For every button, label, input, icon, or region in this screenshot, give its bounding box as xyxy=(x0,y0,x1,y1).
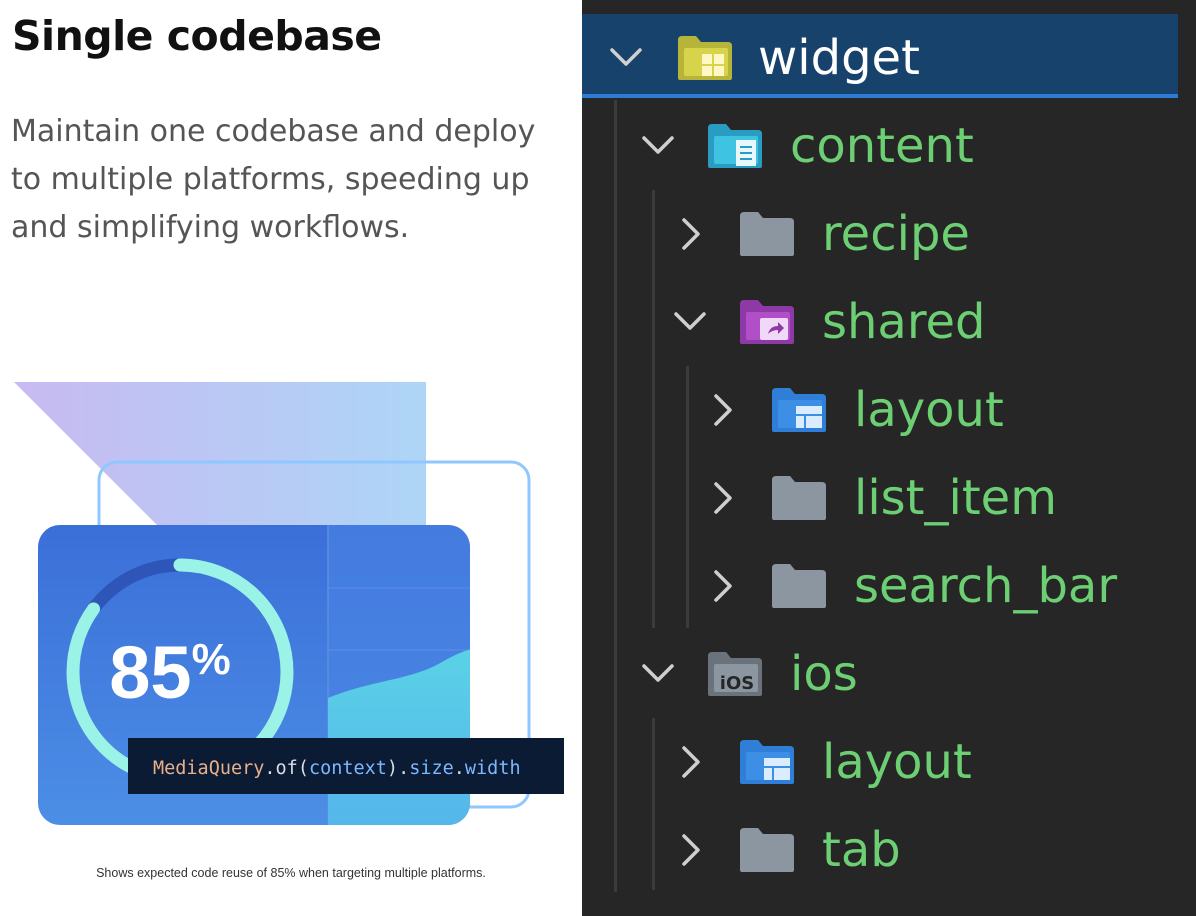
code-reuse-illustration: 85% MediaQuery.of(context).size.width xyxy=(14,382,564,825)
tree-item-layout[interactable]: layout xyxy=(582,370,1196,450)
tree-item-widget[interactable]: widget xyxy=(582,18,1196,98)
stat-unit: % xyxy=(192,635,231,684)
tree-item-label: ios xyxy=(790,646,858,702)
chevron-right-icon[interactable] xyxy=(672,830,712,870)
code-snippet: MediaQuery.of(context).size.width xyxy=(153,758,521,779)
tree-item-tab[interactable]: tab xyxy=(582,810,1196,890)
tree-item-label: search_bar xyxy=(854,558,1118,614)
folder-icon xyxy=(772,476,826,520)
chevron-right-icon[interactable] xyxy=(704,566,744,606)
chevron-right-icon[interactable] xyxy=(672,742,712,782)
tree-item-label: layout xyxy=(822,734,972,790)
svg-text:iOS: iOS xyxy=(720,673,754,694)
light-beam xyxy=(14,382,426,530)
tree-item-search-bar[interactable]: search_bar xyxy=(582,546,1196,626)
layout-folder-icon xyxy=(772,388,826,432)
tree-item-label: tab xyxy=(822,822,901,878)
illustration-caption: Shows expected code reuse of 85% when ta… xyxy=(96,866,486,880)
tree-item-content[interactable]: content xyxy=(582,106,1196,186)
tree-item-layout[interactable]: layout xyxy=(582,722,1196,802)
chevron-down-icon[interactable] xyxy=(670,302,710,342)
chevron-down-icon[interactable] xyxy=(638,654,678,694)
tree-item-ios[interactable]: iOS ios xyxy=(582,634,1196,714)
chevron-right-icon[interactable] xyxy=(704,390,744,430)
tree-item-label: shared xyxy=(822,294,986,350)
tree-item-label: widget xyxy=(758,30,920,86)
stat-number: 85 xyxy=(109,631,191,714)
tree-item-label: layout xyxy=(854,382,1004,438)
tree-item-label: list_item xyxy=(854,470,1057,526)
page-title: Single codebase xyxy=(12,12,382,60)
chevron-right-icon[interactable] xyxy=(704,478,744,518)
folder-icon xyxy=(772,564,826,608)
chevron-down-icon[interactable] xyxy=(606,38,646,78)
content-folder-icon xyxy=(708,124,762,168)
tree-item-shared[interactable]: shared xyxy=(582,282,1196,362)
tree-item-recipe[interactable]: recipe xyxy=(582,194,1196,274)
intro-panel: Single codebase Maintain one codebase an… xyxy=(0,0,582,916)
chevron-right-icon[interactable] xyxy=(672,214,712,254)
tree-item-label: content xyxy=(790,118,974,174)
file-tree-panel: widget content recipe shared layout list… xyxy=(582,0,1196,916)
layout-folder-icon xyxy=(740,740,794,784)
intro-description: Maintain one codebase and deploy to mult… xyxy=(11,114,536,245)
shared-folder-icon xyxy=(740,300,794,344)
tree-item-list-item[interactable]: list_item xyxy=(582,458,1196,538)
chevron-down-icon[interactable] xyxy=(638,126,678,166)
tree-item-label: recipe xyxy=(822,206,970,262)
folder-icon xyxy=(740,828,794,872)
folder-icon xyxy=(740,212,794,256)
ios-folder-icon: iOS xyxy=(708,652,762,696)
widget-folder-icon xyxy=(678,36,732,80)
